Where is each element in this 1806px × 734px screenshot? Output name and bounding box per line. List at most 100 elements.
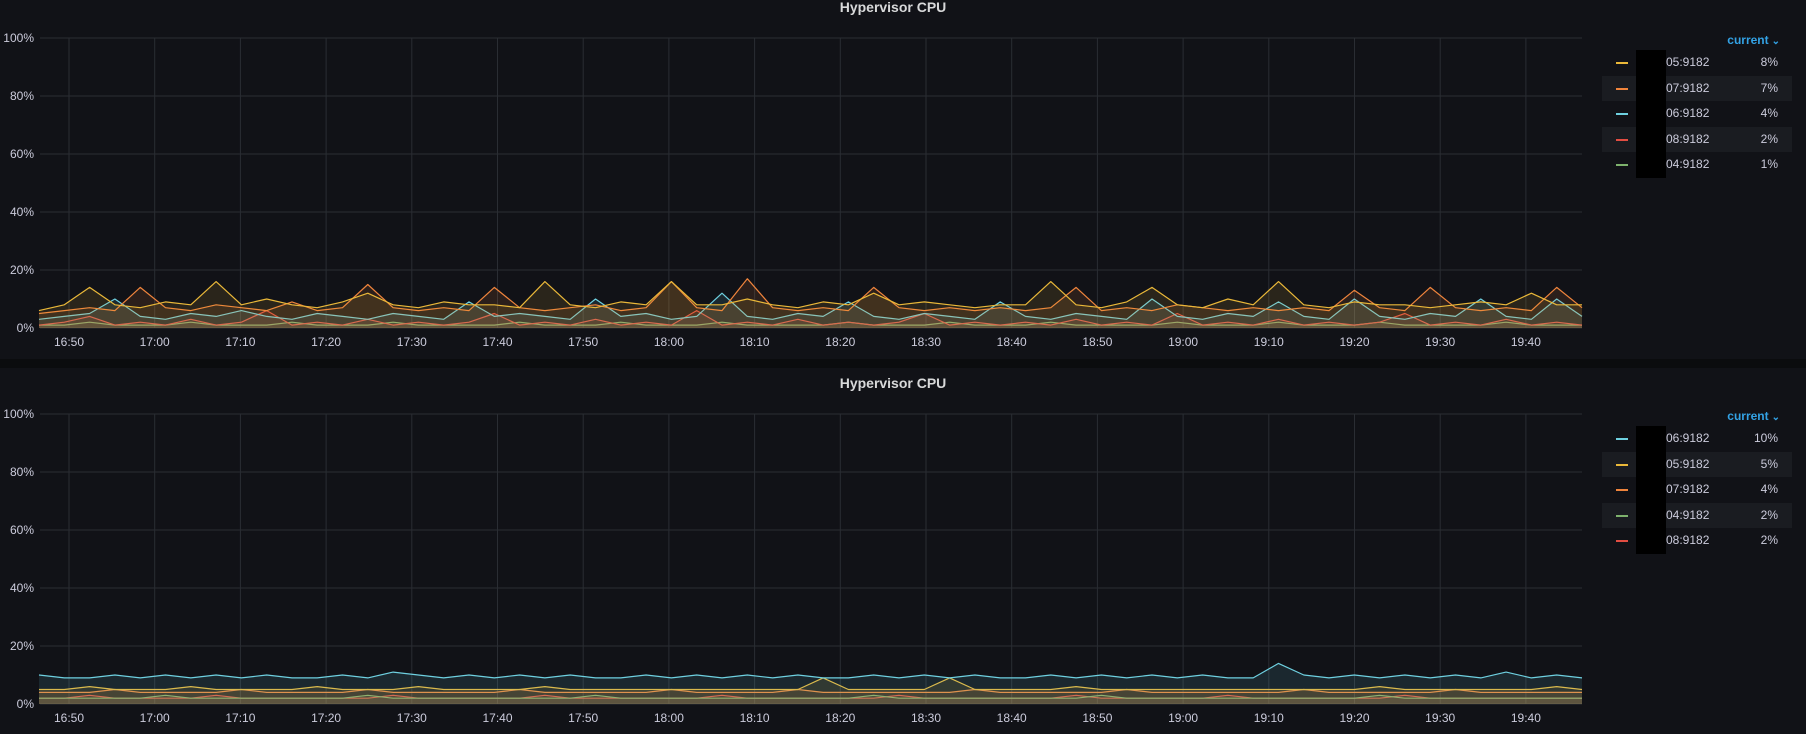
cpu-panel-2: Hypervisor CPU 0% 20% 40% 60% 80% 100% 16:50 17… — [0, 376, 1806, 734]
x-tick-label: 17:40 — [482, 711, 512, 725]
y-tick-label: 40% — [10, 205, 34, 219]
legend-item[interactable]: 08:9182 2% — [1602, 126, 1792, 152]
x-tick-label: 18:30 — [911, 335, 941, 349]
series-color-icon — [1616, 514, 1628, 517]
legend-header-label: current — [1727, 409, 1769, 423]
legend-item[interactable]: 04:9182 1% — [1602, 152, 1792, 178]
legend-item-name: 07:9182 — [1666, 482, 1710, 496]
legend-item-name: 05:9182 — [1666, 456, 1710, 471]
series-area — [39, 663, 1582, 704]
x-tick-label: 18:00 — [654, 711, 684, 725]
redaction-block — [1636, 451, 1666, 477]
chart-legend: current ⌄ 05:9182 8% 07:9182 7% 06:9182 4% 08:9… — [1602, 30, 1792, 178]
legend-item-value: 2% — [1760, 533, 1778, 547]
y-tick-label: 0% — [17, 321, 35, 335]
x-tick-label: 17:50 — [568, 335, 598, 349]
x-tick-label: 17:20 — [311, 711, 341, 725]
legend-item[interactable]: 04:9182 2% — [1602, 502, 1792, 528]
legend-item-name: 04:9182 — [1666, 507, 1710, 522]
legend-item-value: 7% — [1760, 80, 1778, 95]
legend-item-name: 08:9182 — [1666, 131, 1710, 146]
x-tick-label: 17:10 — [225, 335, 255, 349]
x-tick-label: 19:40 — [1511, 711, 1541, 725]
x-tick-label: 18:50 — [1082, 335, 1112, 349]
x-tick-label: 17:30 — [397, 335, 427, 349]
legend-item-value: 2% — [1760, 131, 1778, 146]
series-color-icon — [1616, 62, 1628, 64]
legend-item-name: 06:9182 — [1666, 431, 1710, 445]
x-tick-label: 17:00 — [140, 711, 170, 725]
x-tick-label: 18:00 — [654, 335, 684, 349]
redaction-block — [1636, 75, 1666, 101]
legend-item-value: 1% — [1760, 157, 1778, 171]
y-tick-label: 40% — [10, 581, 34, 595]
legend-item-value: 5% — [1760, 456, 1778, 471]
x-tick-label: 19:30 — [1425, 711, 1455, 725]
x-tick-label: 18:50 — [1082, 711, 1112, 725]
series-color-icon — [1616, 113, 1628, 115]
legend-item-value: 10% — [1753, 431, 1778, 445]
x-tick-label: 19:10 — [1254, 335, 1284, 349]
x-tick-label: 17:30 — [397, 711, 427, 725]
x-tick-label: 18:20 — [825, 711, 855, 725]
series-color-icon — [1616, 489, 1628, 491]
cpu-line-chart[interactable]: 0% 20% 40% 60% 80% 100% 16:50 17:00 17:10 17:20 17… — [0, 376, 1590, 734]
series-color-icon — [1616, 438, 1628, 440]
legend-item[interactable]: 06:9182 4% — [1602, 101, 1792, 127]
x-tick-label: 19:40 — [1511, 335, 1541, 349]
y-tick-label: 20% — [10, 263, 34, 277]
y-tick-label: 0% — [17, 697, 35, 711]
series-color-icon — [1616, 138, 1628, 141]
series-color-icon — [1616, 540, 1628, 542]
series-color-icon — [1616, 463, 1628, 466]
redaction-block — [1636, 101, 1666, 127]
legend-item[interactable]: 06:9182 10% — [1602, 426, 1792, 452]
x-tick-label: 17:40 — [482, 335, 512, 349]
legend-item-value: 4% — [1760, 482, 1778, 496]
chart-legend: current ⌄ 06:9182 10% 05:9182 5% 07:9182 4% 04:… — [1602, 406, 1792, 554]
panel-divider — [0, 359, 1806, 368]
x-tick-label: 19:20 — [1339, 335, 1369, 349]
x-tick-label: 17:50 — [568, 711, 598, 725]
redaction-block — [1636, 477, 1666, 503]
legend-item-name: 05:9182 — [1666, 55, 1710, 69]
legend-item[interactable]: 05:9182 5% — [1602, 451, 1792, 477]
redaction-block — [1636, 126, 1666, 152]
y-tick-label: 100% — [3, 31, 34, 45]
x-tick-label: 18:10 — [740, 335, 770, 349]
legend-header-label: current — [1727, 33, 1769, 47]
legend-item[interactable]: 07:9182 7% — [1602, 75, 1792, 101]
x-tick-label: 19:20 — [1339, 711, 1369, 725]
x-tick-label: 16:50 — [54, 711, 84, 725]
x-tick-label: 18:40 — [997, 335, 1027, 349]
redaction-block — [1636, 152, 1666, 178]
x-tick-label: 18:40 — [997, 711, 1027, 725]
chevron-down-icon: ⌄ — [1771, 36, 1780, 47]
legend-item-value: 2% — [1760, 507, 1778, 522]
legend-item[interactable]: 05:9182 8% — [1602, 50, 1792, 76]
x-tick-label: 18:20 — [825, 335, 855, 349]
x-tick-label: 18:10 — [740, 711, 770, 725]
cpu-panel-1: Hypervisor CPU 0% 20% 40% 60% 80% 100% 16:50 17… — [0, 0, 1806, 358]
cpu-line-chart[interactable]: 0% 20% 40% 60% 80% 100% 16:50 17:00 17:10 17:20 17… — [0, 0, 1590, 358]
x-tick-label: 19:00 — [1168, 335, 1198, 349]
x-tick-label: 19:00 — [1168, 711, 1198, 725]
legend-item-name: 08:9182 — [1666, 533, 1710, 547]
legend-item[interactable]: 08:9182 2% — [1602, 528, 1792, 554]
series-color-icon — [1616, 87, 1628, 90]
legend-sort-header[interactable]: current ⌄ — [1602, 30, 1792, 50]
y-tick-label: 100% — [3, 407, 34, 421]
y-tick-label: 20% — [10, 639, 34, 653]
legend-item[interactable]: 07:9182 4% — [1602, 477, 1792, 503]
series-line — [38, 662, 1583, 679]
legend-item-value: 4% — [1760, 106, 1778, 120]
chevron-down-icon: ⌄ — [1771, 412, 1780, 423]
x-tick-label: 17:20 — [311, 335, 341, 349]
redaction-block — [1636, 528, 1666, 554]
legend-item-value: 8% — [1760, 55, 1778, 69]
x-tick-label: 19:10 — [1254, 711, 1284, 725]
redaction-block — [1636, 50, 1666, 76]
legend-sort-header[interactable]: current ⌄ — [1602, 406, 1792, 426]
legend-item-name: 04:9182 — [1666, 157, 1710, 171]
legend-item-name: 06:9182 — [1666, 106, 1710, 120]
